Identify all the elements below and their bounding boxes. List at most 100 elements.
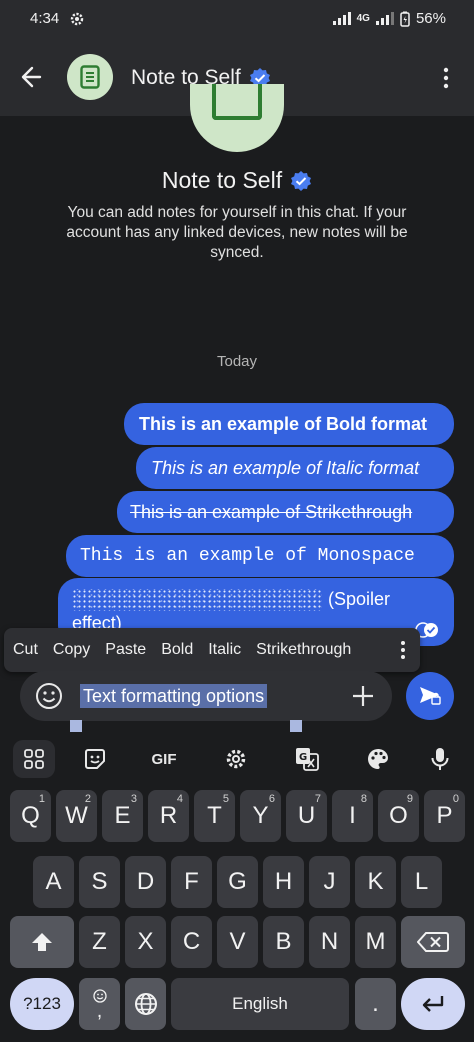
- key-k[interactable]: K: [355, 856, 396, 908]
- status-time: 4:34: [30, 10, 60, 27]
- key-r[interactable]: R4: [148, 790, 189, 842]
- status-right: 4G 56%: [332, 10, 446, 27]
- key-hint: 6: [268, 793, 275, 805]
- key-v[interactable]: V: [217, 916, 258, 968]
- comma-label: ,: [96, 1000, 103, 1022]
- enter-key[interactable]: [401, 978, 465, 1030]
- sticker-icon[interactable]: [75, 742, 115, 776]
- battery-icon: [400, 11, 410, 27]
- profile-description: You can add notes for yourself in this c…: [66, 204, 408, 261]
- key-label: O: [389, 802, 408, 829]
- key-hint: 3: [130, 793, 137, 805]
- key-p[interactable]: P0: [424, 790, 465, 842]
- key-hint: 2: [84, 793, 91, 805]
- period-key[interactable]: .: [355, 978, 396, 1030]
- keyboard-toolbar: GIF G: [0, 732, 474, 784]
- key-w[interactable]: W2: [56, 790, 97, 842]
- spoiler-mask[interactable]: [72, 589, 322, 612]
- emoji-icon[interactable]: [35, 682, 63, 710]
- symbols-key[interactable]: ?123: [10, 978, 74, 1030]
- key-i[interactable]: I8: [332, 790, 373, 842]
- key-n[interactable]: N: [309, 916, 350, 968]
- key-x[interactable]: X: [125, 916, 166, 968]
- signal-icon: [332, 12, 351, 25]
- send-button[interactable]: [406, 672, 454, 720]
- message-text: This is an example of Strikethrough: [130, 501, 413, 522]
- message-bubble-bold[interactable]: This is an example of Bold format: [124, 403, 454, 445]
- key-hint: 0: [452, 793, 459, 805]
- status-bar: 4:34 4G 56%: [0, 0, 474, 40]
- svg-text:G: G: [299, 752, 307, 763]
- key-z[interactable]: Z: [79, 916, 120, 968]
- space-key[interactable]: English: [171, 978, 349, 1030]
- key-h[interactable]: H: [263, 856, 304, 908]
- theme-palette-icon[interactable]: [358, 742, 398, 776]
- paste-action[interactable]: Paste: [105, 641, 146, 659]
- key-m[interactable]: M: [355, 916, 396, 968]
- text-selection-toolbar: Cut Copy Paste Bold Italic Strikethrough: [4, 628, 420, 672]
- battery-level: 56%: [415, 10, 446, 27]
- key-j[interactable]: J: [309, 856, 350, 908]
- back-arrow-icon[interactable]: [18, 60, 48, 94]
- more-options-icon[interactable]: [436, 64, 456, 92]
- translate-icon[interactable]: G: [287, 742, 327, 776]
- backspace-key[interactable]: [401, 916, 465, 968]
- date-divider: Today: [216, 353, 258, 370]
- apps-grid-icon[interactable]: [13, 740, 55, 778]
- strikethrough-action[interactable]: Strikethrough: [256, 641, 351, 659]
- key-q[interactable]: Q1: [10, 790, 51, 842]
- key-e[interactable]: E3: [102, 790, 143, 842]
- italic-action[interactable]: Italic: [208, 641, 241, 659]
- attach-plus-icon[interactable]: [350, 683, 376, 709]
- key-d[interactable]: D: [125, 856, 166, 908]
- network-type: 4G: [356, 13, 370, 24]
- key-hint: 1: [38, 793, 45, 805]
- key-o[interactable]: O9: [378, 790, 419, 842]
- shift-key[interactable]: [10, 916, 74, 968]
- profile-title-text: Note to Self: [161, 167, 283, 193]
- signal-icon-2: [375, 12, 394, 25]
- message-bubble-monospace[interactable]: This is an example of Monospace: [66, 535, 454, 577]
- gif-button[interactable]: GIF: [144, 742, 184, 776]
- key-label: P: [436, 802, 453, 829]
- cut-action[interactable]: Cut: [13, 641, 38, 659]
- message-input[interactable]: Text formatting options: [80, 684, 268, 708]
- message-text: This is an example of Bold format: [139, 413, 428, 434]
- key-label: Y: [252, 802, 269, 829]
- key-hint: 8: [360, 793, 367, 805]
- globe-icon: [134, 993, 157, 1015]
- avatar[interactable]: [67, 54, 113, 100]
- key-s[interactable]: S: [79, 856, 120, 908]
- key-g[interactable]: G: [217, 856, 258, 908]
- key-f[interactable]: F: [171, 856, 212, 908]
- key-hint: 4: [176, 793, 183, 805]
- message-text: This is an example of Italic format: [151, 457, 420, 478]
- comma-key[interactable]: ,: [79, 978, 120, 1030]
- key-l[interactable]: L: [401, 856, 442, 908]
- key-b[interactable]: B: [263, 916, 304, 968]
- bold-action[interactable]: Bold: [161, 641, 193, 659]
- key-hint: 9: [406, 793, 413, 805]
- copy-action[interactable]: Copy: [53, 641, 90, 659]
- mic-icon[interactable]: [420, 742, 460, 776]
- profile-avatar: [190, 84, 284, 152]
- enter-icon: [422, 996, 444, 1012]
- key-label: E: [114, 802, 131, 829]
- toolbar-more-icon[interactable]: [400, 640, 406, 660]
- key-u[interactable]: U7: [286, 790, 327, 842]
- key-hint: 7: [314, 793, 321, 805]
- message-bubble-strikethrough[interactable]: This is an example of Strikethrough: [117, 491, 454, 533]
- keyboard-settings-icon[interactable]: [216, 742, 256, 776]
- key-t[interactable]: T5: [194, 790, 235, 842]
- key-a[interactable]: A: [33, 856, 74, 908]
- language-key[interactable]: [125, 978, 166, 1030]
- backspace-icon: [417, 932, 449, 952]
- message-composer[interactable]: Text formatting options: [20, 671, 392, 721]
- key-label: W: [65, 802, 88, 829]
- key-label: U: [297, 802, 316, 829]
- message-bubble-italic[interactable]: This is an example of Italic format: [136, 447, 454, 489]
- key-c[interactable]: C: [171, 916, 212, 968]
- note-icon: [212, 84, 262, 120]
- key-y[interactable]: Y6: [240, 790, 281, 842]
- key-label: I: [349, 802, 356, 829]
